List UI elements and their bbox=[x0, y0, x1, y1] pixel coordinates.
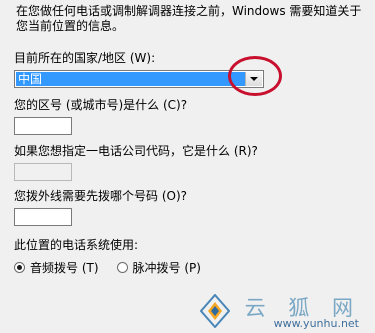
watermark-logo bbox=[200, 294, 230, 328]
carrier-code-input bbox=[14, 163, 72, 181]
tone-dialing-radio[interactable] bbox=[14, 261, 25, 273]
intro-text: 在您做任何电话或调制解调器连接之前，Windows 需要知道关于您当前位置的信息… bbox=[16, 4, 362, 33]
country-select[interactable]: 中国 bbox=[14, 70, 264, 88]
country-selected-value: 中国 bbox=[16, 72, 245, 86]
outside-line-input[interactable] bbox=[14, 208, 72, 226]
dialing-type-label: 此位置的电话系统使用: bbox=[14, 238, 139, 252]
country-label: 目前所在的国家/地区 (W): bbox=[14, 51, 156, 65]
tone-dialing-label[interactable]: 音频拨号 (T) bbox=[30, 259, 99, 276]
carrier-code-label: 如果您想指定一电话公司代码，它是什么 (R)? bbox=[14, 144, 258, 158]
pulse-dialing-radio[interactable] bbox=[116, 261, 128, 273]
outside-line-label: 您拨外线需要先拨哪个号码 (O)? bbox=[14, 189, 187, 203]
dialing-type-group: 音频拨号 (T) 脉冲拨号 (P) bbox=[14, 259, 219, 275]
annotation-circle bbox=[228, 56, 282, 96]
watermark-url: www.yunhu.net bbox=[273, 317, 359, 330]
pulse-dialing-label[interactable]: 脉冲拨号 (P) bbox=[133, 259, 201, 276]
area-code-input[interactable] bbox=[14, 117, 72, 135]
area-code-label: 您的区号 (或城市号)是什么 (C)? bbox=[14, 98, 188, 112]
